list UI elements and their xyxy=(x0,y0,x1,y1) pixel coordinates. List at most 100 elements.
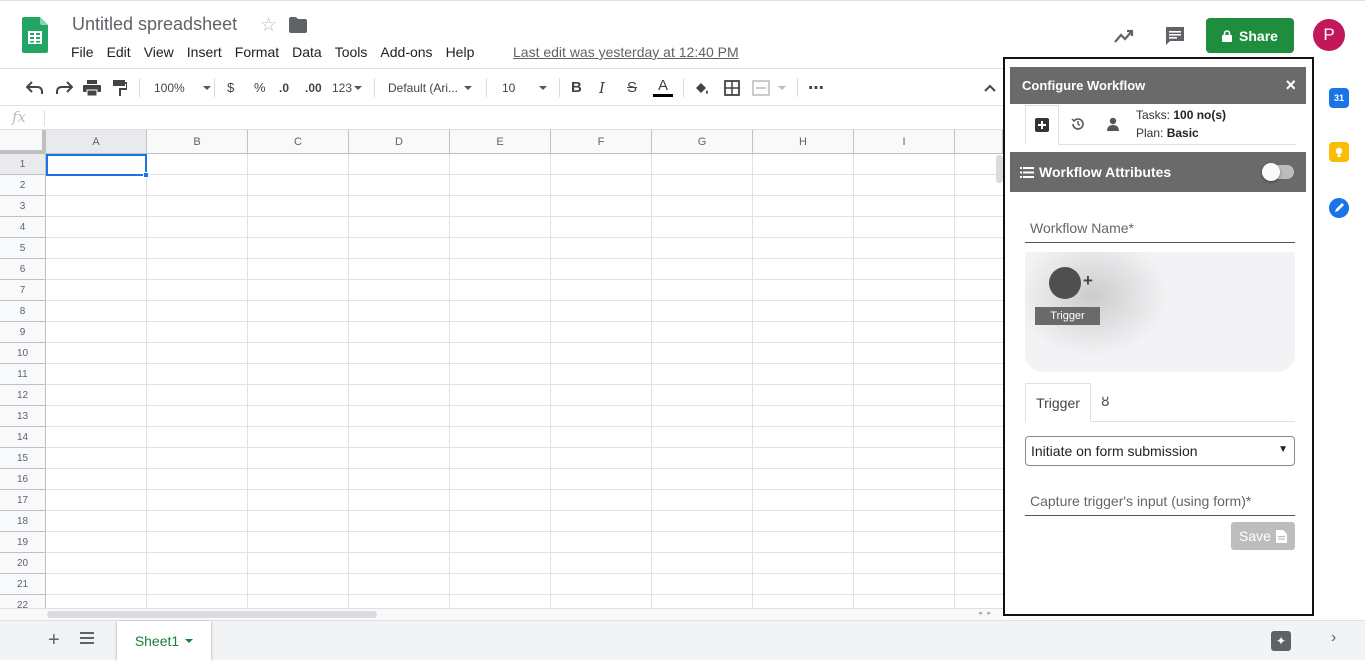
select-all-corner[interactable] xyxy=(0,130,46,154)
row-header[interactable]: 16 xyxy=(0,469,46,490)
row-header[interactable]: 2 xyxy=(0,175,46,196)
paint-format-icon[interactable] xyxy=(113,69,127,106)
capture-input-field[interactable]: Capture trigger's input (using form)* xyxy=(1025,486,1295,516)
add-sheet-icon[interactable]: + xyxy=(48,629,60,652)
scrollbar-thumb[interactable] xyxy=(47,611,377,618)
zoom-select[interactable]: 100% xyxy=(154,69,211,106)
more-formats-select[interactable]: 123 xyxy=(332,69,363,106)
row-header[interactable]: 17 xyxy=(0,490,46,511)
row-header[interactable]: 8 xyxy=(0,301,46,322)
undo-icon[interactable] xyxy=(26,69,44,106)
menu-view[interactable]: View xyxy=(137,43,180,61)
row-header[interactable]: 20 xyxy=(0,553,46,574)
row-header[interactable]: 19 xyxy=(0,532,46,553)
workflow-name-field[interactable]: Workflow Name* xyxy=(1025,213,1295,243)
column-header[interactable]: E xyxy=(450,130,551,154)
borders-icon[interactable] xyxy=(724,69,740,106)
trigger-node[interactable] xyxy=(1049,267,1081,299)
menu-data[interactable]: Data xyxy=(285,43,328,61)
percent-format-button[interactable]: % xyxy=(254,69,266,106)
row-header[interactable]: 4 xyxy=(0,217,46,238)
star-icon[interactable]: ☆ xyxy=(260,14,277,37)
tab-add-workflow[interactable] xyxy=(1025,105,1059,145)
strikethrough-button[interactable]: S xyxy=(627,69,637,106)
explore-icon[interactable]: ✦ xyxy=(1271,631,1291,651)
row-header[interactable]: 10 xyxy=(0,343,46,364)
row-header[interactable]: 11 xyxy=(0,364,46,385)
save-button[interactable]: Save xyxy=(1231,522,1295,550)
bold-button[interactable]: B xyxy=(571,69,582,106)
menu-tools[interactable]: Tools xyxy=(328,43,374,61)
keep-notes-icon[interactable] xyxy=(1329,142,1349,162)
row-header[interactable]: 6 xyxy=(0,259,46,280)
comments-icon[interactable] xyxy=(1164,25,1186,47)
workflow-canvas[interactable]: + Trigger xyxy=(1025,252,1295,372)
row-header[interactable]: 9 xyxy=(0,322,46,343)
scroll-arrows[interactable]: ◂ ▸ xyxy=(978,609,991,617)
spreadsheet-grid[interactable]: A B C D E F G H I 1 2 3 4 5 6 7 8 9 10 1… xyxy=(0,130,1003,608)
merge-cells-icon[interactable] xyxy=(752,69,786,106)
calendar-icon[interactable]: 31 xyxy=(1329,88,1349,108)
decrease-decimal-button[interactable]: .0 xyxy=(279,69,289,106)
row-header[interactable]: 14 xyxy=(0,427,46,448)
chevron-down-icon[interactable] xyxy=(185,639,194,643)
vertical-scrollbar[interactable] xyxy=(996,155,1003,183)
fill-handle[interactable] xyxy=(143,172,149,178)
cell-area[interactable] xyxy=(46,154,1003,608)
tab-trigger[interactable]: Trigger xyxy=(1025,383,1091,422)
close-icon[interactable]: × xyxy=(1285,75,1296,95)
row-header[interactable]: 15 xyxy=(0,448,46,469)
sheets-logo-icon[interactable] xyxy=(22,17,48,53)
last-edit-link[interactable]: Last edit was yesterday at 12:40 PM xyxy=(513,43,739,61)
currency-format-button[interactable]: $ xyxy=(227,69,234,106)
menu-add-ons[interactable]: Add-ons xyxy=(373,43,438,61)
font-size-select[interactable]: 10 xyxy=(502,69,548,106)
row-header[interactable]: 22 xyxy=(0,595,46,608)
print-icon[interactable] xyxy=(83,69,101,106)
share-button[interactable]: Share xyxy=(1206,18,1294,53)
menu-edit[interactable]: Edit xyxy=(100,43,137,61)
row-header[interactable]: 7 xyxy=(0,280,46,301)
trigger-type-select[interactable]: Initiate on form submission ▼ xyxy=(1025,436,1295,466)
row-header[interactable]: 18 xyxy=(0,511,46,532)
all-sheets-menu-icon[interactable] xyxy=(80,632,94,644)
column-header[interactable]: B xyxy=(147,130,248,154)
document-title[interactable]: Untitled spreadsheet xyxy=(72,14,237,35)
folder-icon[interactable] xyxy=(289,17,307,33)
column-header[interactable]: F xyxy=(551,130,652,154)
row-header[interactable]: 1 xyxy=(0,154,46,175)
selected-cell[interactable] xyxy=(46,154,149,178)
row-header[interactable]: 5 xyxy=(0,238,46,259)
font-family-select[interactable]: Default (Ari... xyxy=(388,69,473,106)
tasks-icon[interactable] xyxy=(1329,198,1349,218)
menu-help[interactable]: Help xyxy=(439,43,481,61)
row-header[interactable]: 13 xyxy=(0,406,46,427)
sheet-tab-sheet1[interactable]: Sheet1 xyxy=(117,621,211,661)
branch-icon[interactable]: ȣ xyxy=(1101,394,1110,410)
chevron-right-icon[interactable]: › xyxy=(1331,629,1336,647)
column-header[interactable]: I xyxy=(854,130,955,154)
column-header[interactable]: H xyxy=(753,130,854,154)
column-header[interactable] xyxy=(955,130,1003,154)
text-color-button[interactable]: A xyxy=(653,69,673,106)
redo-icon[interactable] xyxy=(55,69,73,106)
column-header[interactable]: D xyxy=(349,130,450,154)
row-header[interactable]: 21 xyxy=(0,574,46,595)
increase-decimal-button[interactable]: .00 xyxy=(305,69,322,106)
column-header[interactable]: G xyxy=(652,130,753,154)
menu-format[interactable]: Format xyxy=(228,43,285,61)
account-avatar[interactable]: P xyxy=(1313,19,1345,51)
italic-button[interactable]: I xyxy=(599,69,605,106)
activity-trend-icon[interactable] xyxy=(1113,25,1135,47)
tab-history[interactable] xyxy=(1061,105,1095,143)
fill-color-icon[interactable] xyxy=(694,69,710,106)
more-options-button[interactable]: ⋯ xyxy=(808,69,824,106)
workflow-attributes-toggle[interactable] xyxy=(1262,163,1294,181)
column-header[interactable]: A xyxy=(46,130,147,154)
menu-file[interactable]: File xyxy=(64,43,100,61)
add-node-icon[interactable]: + xyxy=(1083,272,1093,290)
tab-account[interactable] xyxy=(1096,105,1130,143)
row-header[interactable]: 3 xyxy=(0,196,46,217)
column-header[interactable]: C xyxy=(248,130,349,154)
row-header[interactable]: 12 xyxy=(0,385,46,406)
